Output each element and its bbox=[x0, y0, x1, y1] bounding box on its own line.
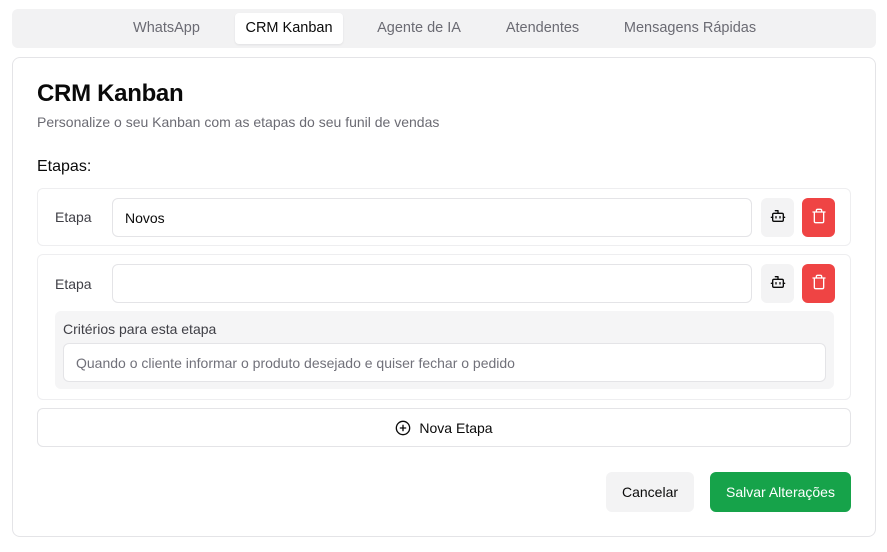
stage-ai-button[interactable] bbox=[761, 198, 794, 237]
save-button[interactable]: Salvar Alterações bbox=[710, 472, 851, 512]
tab-crm-kanban[interactable]: CRM Kanban bbox=[235, 13, 343, 44]
stage-name-input[interactable] bbox=[112, 264, 752, 303]
stage-delete-button[interactable] bbox=[802, 264, 835, 303]
criteria-input[interactable] bbox=[63, 343, 826, 382]
tab-atendentes[interactable]: Atendentes bbox=[494, 13, 591, 44]
page-title: CRM Kanban bbox=[37, 80, 184, 107]
trash-icon bbox=[811, 274, 827, 293]
stage-row: Etapa bbox=[37, 188, 851, 246]
cancel-button[interactable]: Cancelar bbox=[606, 472, 694, 512]
tab-whatsapp[interactable]: WhatsApp bbox=[118, 13, 215, 44]
stage-name-input[interactable] bbox=[112, 198, 752, 237]
stage-criteria-panel: Critérios para esta etapa bbox=[55, 311, 834, 389]
criteria-label: Critérios para esta etapa bbox=[63, 321, 217, 337]
stage-ai-button[interactable] bbox=[761, 264, 794, 303]
page-subtitle: Personalize o seu Kanban com as etapas d… bbox=[37, 114, 440, 130]
tab-agente-ia[interactable]: Agente de IA bbox=[364, 13, 474, 44]
plus-circle-icon bbox=[395, 420, 411, 436]
stage-delete-button[interactable] bbox=[802, 198, 835, 237]
tab-bar: WhatsApp CRM Kanban Agente de IA Atenden… bbox=[12, 9, 876, 48]
stage-label: Etapa bbox=[55, 209, 92, 225]
tab-mensagens-rapidas[interactable]: Mensagens Rápidas bbox=[610, 13, 770, 44]
stage-label: Etapa bbox=[55, 276, 92, 292]
stages-section-label: Etapas: bbox=[37, 158, 92, 175]
robot-icon bbox=[770, 274, 786, 293]
new-stage-label: Nova Etapa bbox=[419, 419, 493, 436]
new-stage-button[interactable]: Nova Etapa bbox=[37, 408, 851, 447]
robot-icon bbox=[770, 208, 786, 227]
stage-row: Etapa Critérios para esta etapa bbox=[37, 254, 851, 400]
trash-icon bbox=[811, 208, 827, 227]
